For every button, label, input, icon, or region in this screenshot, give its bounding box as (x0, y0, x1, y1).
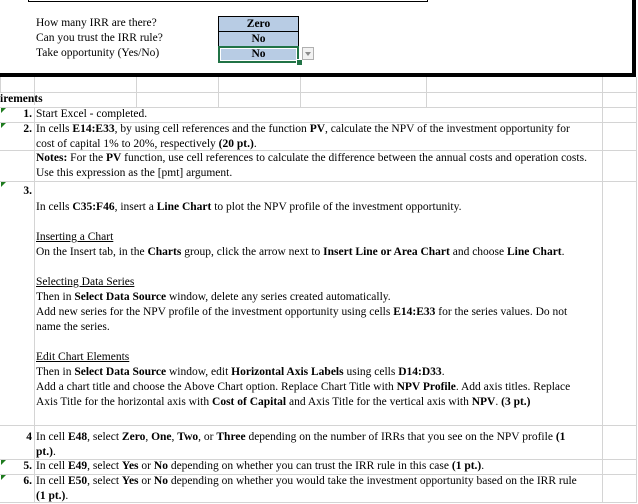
answer-cell-irr-count[interactable]: Zero (218, 16, 299, 32)
fill-handle[interactable] (296, 59, 303, 66)
gridline-v (602, 77, 603, 503)
requirement-number: 4 (26, 431, 32, 443)
requirement-2-notes: Notes: For the PV function, use cell ref… (36, 152, 587, 179)
requirement-number: 5. (23, 460, 32, 472)
subheading-inserting-chart: Inserting a Chart (36, 231, 114, 243)
gridline-v (0, 77, 1, 93)
gridline-h (0, 92, 637, 93)
chart-frame-border (28, 0, 428, 2)
question-label-take-opportunity: Take opportunity (Yes/No) (36, 47, 160, 59)
requirement-6-text: In cell E50, select Yes or No depending … (36, 475, 577, 502)
requirement-number: 3. (23, 185, 32, 197)
requirement-4-text: In cell E48, select Zero, One, Two, or T… (36, 431, 566, 458)
subheading-selecting-series: Selecting Data Series (36, 276, 135, 288)
dropdown-arrow-icon[interactable] (302, 47, 314, 60)
requirement-number: 2. (23, 123, 32, 135)
answer-cell-trust-irr[interactable]: No (218, 31, 299, 47)
requirement-5-text: In cell E49, select Yes or No depending … (36, 460, 485, 472)
question-label-trust-irr: Can you trust the IRR rule? (36, 32, 163, 44)
frame-right-edge (632, 0, 636, 77)
question-label-irr-count: How many IRR are there? (36, 17, 157, 29)
answer-cell-take-opportunity[interactable]: No (218, 46, 299, 63)
subheading-edit-chart-elements: Edit Chart Elements (36, 351, 130, 363)
frame-bottom-edge (0, 73, 636, 77)
requirement-2-text: In cells E14:E33, by using cell referenc… (36, 123, 570, 150)
gridline-v (636, 77, 637, 503)
gridline-v (34, 107, 35, 503)
requirement-number: 1. (23, 108, 32, 120)
requirement-1-text: Start Excel - completed. (36, 108, 148, 120)
requirement-number: 6. (23, 475, 32, 487)
gridline-h (0, 425, 637, 426)
requirement-3-text: In cells C35:F46, insert a Line Chart to… (36, 201, 571, 408)
requirements-heading: irements (0, 93, 43, 105)
gridline-h (0, 181, 637, 182)
